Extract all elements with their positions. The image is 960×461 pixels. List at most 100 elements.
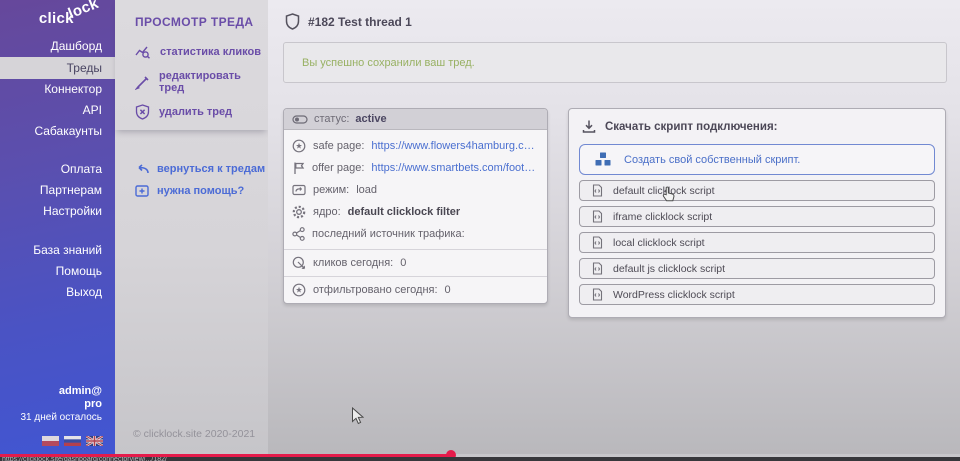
back-to-threads-link[interactable]: вернуться к тредам <box>115 158 268 180</box>
file-code-icon <box>592 236 603 249</box>
shield-star-icon <box>292 283 306 297</box>
share-icon <box>292 227 305 241</box>
page-title: #182 Test thread 1 <box>285 13 412 30</box>
sidebar-item-knowledge-base[interactable]: База знаний <box>0 240 115 261</box>
submenu-links: вернуться к тредам нужна помощь? <box>115 158 268 202</box>
download-card-title-text: Скачать скрипт подключения: <box>605 121 778 133</box>
sidebar-item-settings[interactable]: Настройки <box>0 201 115 222</box>
file-code-icon <box>592 262 603 275</box>
sidebar-item-connector[interactable]: Коннектор <box>0 79 115 100</box>
status-row-label: последний источник трафика: <box>312 228 465 240</box>
shield-star-icon <box>292 139 306 153</box>
create-custom-script-label: Создать свой собственный скрипт. <box>624 154 800 166</box>
script-button-label: default js clicklock script <box>613 263 725 275</box>
mode-value: load <box>356 184 377 196</box>
offer-page-link[interactable]: https://www.smartbets.com/football/tea..… <box>371 162 539 174</box>
sidebar-item-threads[interactable]: Треды <box>0 57 115 79</box>
browser-status-bar: https://clicklock.site/dashboard/connect… <box>0 457 960 461</box>
status-row-core: ядро: default clicklock filter <box>284 201 547 223</box>
sidebar-item-payment[interactable]: Оплата <box>0 159 115 180</box>
submenu-item-click-stats[interactable]: статистика кликов <box>115 37 268 67</box>
submenu-item-label: статистика кликов <box>160 46 261 58</box>
uk-flag-icon[interactable] <box>86 436 103 446</box>
status-row-safe-page: safe page: https://www.flowers4hamburg.c… <box>284 135 547 157</box>
success-alert-text: Вы успешно сохранили ваш тред. <box>302 57 475 69</box>
script-button-label: WordPress clicklock script <box>613 289 735 301</box>
russia-flag-icon[interactable] <box>64 436 81 446</box>
clicklock-logo: clicklock <box>39 10 105 27</box>
stat-label: кликов сегодня: <box>313 257 393 269</box>
pencil-icon <box>135 75 150 90</box>
account-days-left: 31 дней осталось <box>21 411 103 424</box>
submenu-link-label: нужна помощь? <box>157 185 244 197</box>
file-code-icon <box>592 210 603 223</box>
file-code-icon <box>592 288 603 301</box>
stats-magnifier-icon <box>135 45 151 59</box>
create-custom-script-button[interactable]: Создать свой собственный скрипт. <box>579 144 935 175</box>
download-card-title: Скачать скрипт подключения: <box>579 119 935 134</box>
shield-x-icon <box>135 104 150 120</box>
status-rows: safe page: https://www.flowers4hamburg.c… <box>284 130 547 249</box>
script-button-default[interactable]: default clicklock script <box>579 180 935 201</box>
file-code-icon <box>592 184 603 197</box>
status-label: статус: <box>314 113 349 125</box>
stat-row-filtered-today: отфильтровано сегодня: 0 <box>284 276 547 303</box>
need-help-link[interactable]: нужна помощь? <box>115 180 268 202</box>
sidebar-item-logout[interactable]: Выход <box>0 282 115 303</box>
sidebar: clicklock Дашборд Треды Коннектор API Са… <box>0 0 115 454</box>
script-button-local[interactable]: local clicklock script <box>579 232 935 253</box>
stat-row-clicks-today: кликов сегодня: 0 <box>284 249 547 276</box>
shield-icon <box>285 13 300 30</box>
app-window: clicklock Дашборд Треды Коннектор API Са… <box>0 0 960 461</box>
safe-page-link[interactable]: https://www.flowers4hamburg.com/ <box>371 140 539 152</box>
status-row-offer-page: offer page: https://www.smartbets.com/fo… <box>284 157 547 179</box>
toggle-icon <box>292 115 308 124</box>
plus-box-icon <box>135 185 149 197</box>
script-button-label: local clicklock script <box>613 237 705 249</box>
mouse-hand-cursor <box>661 186 676 203</box>
status-row-mode: режим: load <box>284 179 547 201</box>
account-email: admin@ <box>21 385 103 398</box>
mouse-arrow-cursor <box>351 407 364 425</box>
cubes-icon <box>593 151 613 168</box>
status-bar-url: https://clicklock.site/dashboard/connect… <box>0 457 960 461</box>
submenu-title: ПРОСМОТР ТРЕДА <box>115 0 268 29</box>
status-row-label: offer page: <box>312 162 364 174</box>
submenu-item-edit-thread[interactable]: редактировать тред <box>115 67 268 97</box>
script-button-default-js[interactable]: default js clicklock script <box>579 258 935 279</box>
poland-flag-icon[interactable] <box>42 436 59 446</box>
status-row-label: safe page: <box>313 140 364 152</box>
language-switcher <box>42 436 103 446</box>
script-button-wordpress[interactable]: WordPress clicklock script <box>579 284 935 305</box>
status-row-label: режим: <box>313 184 349 196</box>
status-row-label: ядро: <box>313 206 341 218</box>
script-button-iframe[interactable]: iframe clicklock script <box>579 206 935 227</box>
flag-icon <box>292 161 305 175</box>
download-scripts-card: Скачать скрипт подключения: Создать свой… <box>568 108 946 318</box>
download-icon <box>582 119 596 134</box>
sidebar-item-partners[interactable]: Партнерам <box>0 180 115 201</box>
core-value: default clicklock filter <box>348 206 460 218</box>
gear-icon <box>292 205 306 219</box>
sidebar-item-dashboard[interactable]: Дашборд <box>0 36 115 57</box>
filtered-today-value: 0 <box>445 284 451 296</box>
page-title-text: #182 Test thread 1 <box>308 15 412 29</box>
submenu-item-label: удалить тред <box>159 106 232 118</box>
script-button-label: iframe clicklock script <box>613 211 712 223</box>
sidebar-item-api[interactable]: API <box>0 100 115 121</box>
thread-submenu-panel: ПРОСМОТР ТРЕДА статистика кликов редакти… <box>115 0 268 454</box>
submenu-item-label: редактировать тред <box>159 70 268 94</box>
mode-icon <box>292 184 306 196</box>
main-content: #182 Test thread 1 Вы успешно сохранили … <box>268 0 960 454</box>
submenu-item-delete-thread[interactable]: удалить тред <box>115 97 268 127</box>
sidebar-item-subaccounts[interactable]: Сабакаунты <box>0 121 115 142</box>
logo-part-lock: lock <box>66 0 101 22</box>
account-info: admin@ pro 31 дней осталось <box>21 385 103 424</box>
thread-submenu-card: ПРОСМОТР ТРЕДА статистика кликов редакти… <box>115 0 268 130</box>
sidebar-item-help[interactable]: Помощь <box>0 261 115 282</box>
sidebar-nav: Дашборд Треды Коннектор API Сабакаунты О… <box>0 36 115 303</box>
status-value: active <box>355 113 386 125</box>
clicks-today-value: 0 <box>400 257 406 269</box>
status-row-last-traffic-source: последний источник трафика: <box>284 223 547 245</box>
stat-label: отфильтровано сегодня: <box>313 284 438 296</box>
